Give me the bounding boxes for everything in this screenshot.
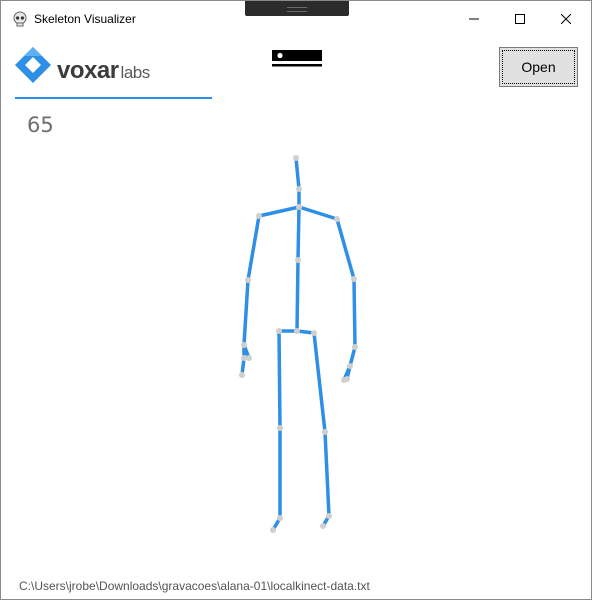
skeleton-joint [241, 342, 247, 348]
skeleton-bone [277, 329, 282, 430]
skeleton-joint [256, 213, 262, 219]
skeleton-bone [323, 430, 331, 518]
skeleton-bone [296, 205, 301, 262]
skeleton-bone [352, 277, 357, 349]
skeleton-joint [351, 276, 357, 282]
skeleton-joint [296, 204, 302, 210]
app-window: Skeleton Visualizer voxar labs 65 Open C:… [0, 0, 592, 600]
skeleton-joint [334, 216, 340, 222]
skeleton-joint [277, 515, 283, 521]
skeleton-bone [294, 156, 301, 191]
skeleton-joint [293, 155, 299, 161]
skeleton-joint [276, 328, 282, 334]
skeleton-bone [246, 214, 261, 282]
skeleton-joint [277, 425, 283, 431]
skeleton-bone [312, 331, 327, 434]
skeleton-bone [297, 205, 339, 221]
skeleton-bone [295, 258, 300, 333]
file-path-label: C:\Users\jrobe\Downloads\gravacoes\alana… [19, 579, 370, 593]
skeleton-canvas [239, 155, 358, 533]
skeleton-joint [295, 257, 301, 263]
skeleton-bone [242, 278, 250, 347]
skeleton-joint [311, 330, 317, 336]
skeleton-joint [322, 429, 328, 435]
skeleton-bone [257, 205, 301, 218]
skeleton-bone [335, 217, 356, 281]
skeleton-joint [341, 377, 347, 383]
skeleton-joint [326, 513, 332, 519]
skeleton-joint [296, 186, 302, 192]
skeleton-joint [239, 372, 245, 378]
skeleton-joint [246, 355, 252, 361]
skeleton-joint [294, 328, 300, 334]
skeleton-joint [270, 527, 276, 533]
skeleton-joint [320, 523, 326, 529]
skeleton-joint [245, 277, 251, 283]
skeleton-joint [352, 344, 358, 350]
skeleton-joint [347, 363, 353, 369]
